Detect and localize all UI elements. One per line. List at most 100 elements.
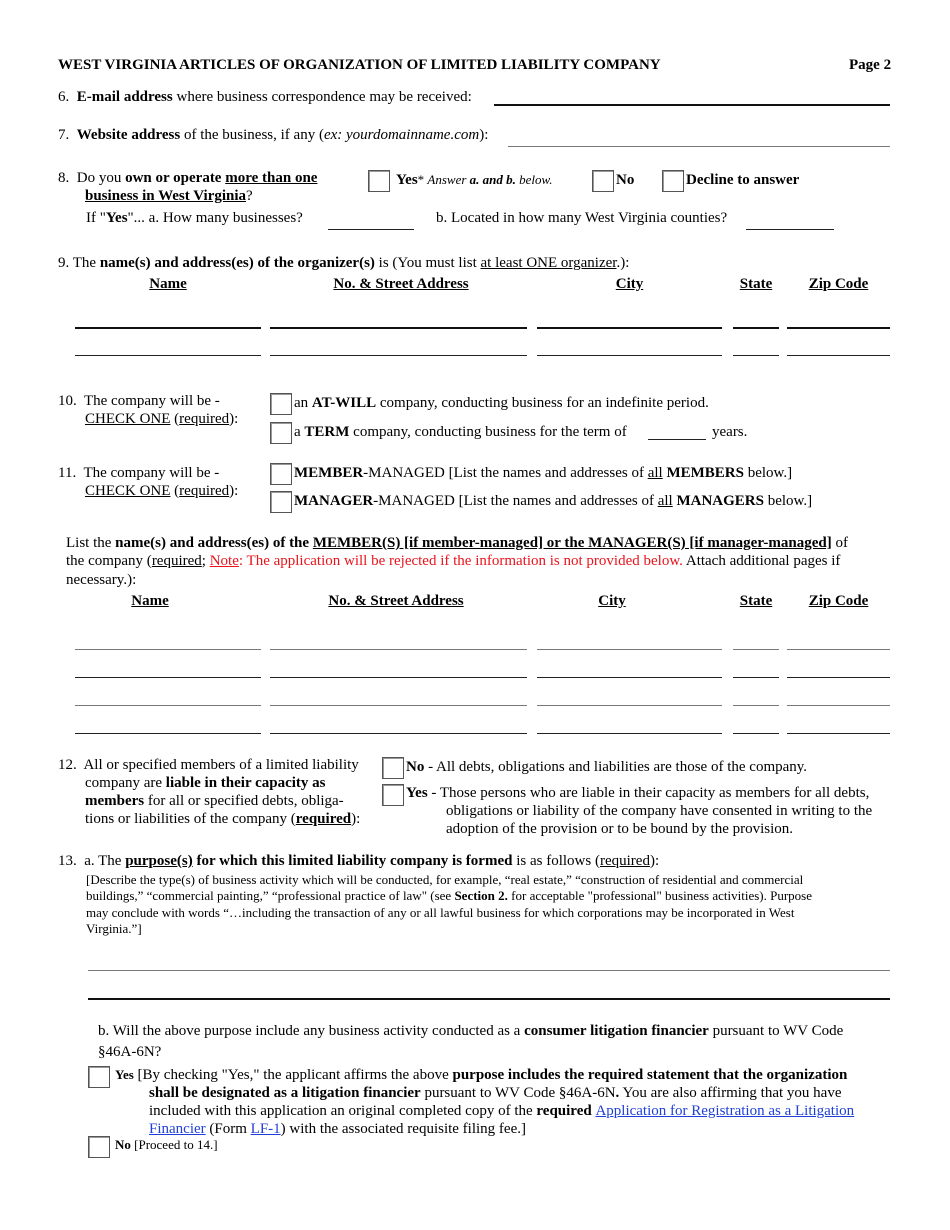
members-note: Note bbox=[209, 553, 239, 569]
q6-label: 6. E-mail address where business corresp… bbox=[58, 89, 472, 106]
q13a-desc2-pre: buildings,” “commercial painting,” “prof… bbox=[86, 888, 455, 903]
q9-row1-city[interactable] bbox=[537, 327, 722, 329]
q11-required: required bbox=[179, 483, 230, 499]
members-bold-u: MEMBER(S) [if member-managed] or the MAN… bbox=[312, 535, 832, 551]
q13b-post: pursuant to WV Code bbox=[708, 1023, 844, 1039]
q8-yes-checkbox[interactable] bbox=[368, 170, 390, 192]
page-number: Page 2 bbox=[849, 57, 892, 73]
q12-no-text: No bbox=[406, 759, 425, 775]
q11-manager-managed-checkbox[interactable] bbox=[270, 491, 292, 513]
q8-decline-checkbox[interactable] bbox=[662, 170, 684, 192]
q9-row1-street[interactable] bbox=[270, 327, 527, 329]
q11-member-managed-checkbox[interactable] bbox=[270, 463, 292, 485]
q10-term-years-field[interactable] bbox=[648, 439, 706, 440]
q10-at-will-label: an AT-WILL company, conducting business … bbox=[294, 395, 709, 412]
q7-label: 7. Website address of the business, if a… bbox=[58, 127, 488, 144]
members-col-zip: Zip Code bbox=[808, 593, 869, 609]
q9-row1-state[interactable] bbox=[733, 327, 779, 329]
members-row4-zip[interactable] bbox=[787, 733, 890, 734]
q13a-bold-u: purpose(s) bbox=[125, 853, 193, 869]
members-row2-state[interactable] bbox=[733, 677, 779, 678]
q13b-no-checkbox[interactable] bbox=[88, 1136, 110, 1158]
q13b-yes-checkbox[interactable] bbox=[88, 1066, 110, 1088]
q9-col-state: State bbox=[739, 276, 773, 292]
q8-decline-label: Decline to answer bbox=[686, 172, 800, 188]
members-row2-name[interactable] bbox=[75, 677, 261, 678]
q10-opt1-pre: an bbox=[294, 395, 312, 411]
q10-term-checkbox[interactable] bbox=[270, 422, 292, 444]
q13a-desc2-bold: Section 2. bbox=[454, 888, 508, 903]
q9-row2-street[interactable] bbox=[270, 355, 527, 356]
q8a-businesses-field[interactable] bbox=[328, 229, 414, 230]
members-row3-zip[interactable] bbox=[787, 705, 890, 706]
q8-no-checkbox[interactable] bbox=[592, 170, 614, 192]
q13a-bold: for which this limited liability company… bbox=[192, 853, 513, 869]
members-row1-zip[interactable] bbox=[787, 649, 890, 650]
lf-1-form-link[interactable]: LF-1 bbox=[251, 1121, 281, 1137]
q10-opt2-pre: a bbox=[294, 424, 305, 440]
q13a-desc1: [Describe the type(s) of business activi… bbox=[86, 872, 804, 887]
members-row3-state[interactable] bbox=[733, 705, 779, 706]
members-row1-city[interactable] bbox=[537, 649, 722, 650]
q13b-label-line1: b. Will the above purpose include any bu… bbox=[98, 1023, 843, 1040]
q13b-no-desc: [Proceed to 14.] bbox=[130, 1137, 218, 1152]
members-row2-zip[interactable] bbox=[787, 677, 890, 678]
members-row1-name[interactable] bbox=[75, 649, 261, 650]
members-row4-city[interactable] bbox=[537, 733, 722, 734]
q12-yes-checkbox[interactable] bbox=[382, 784, 404, 806]
q9-row2-city[interactable] bbox=[537, 355, 722, 356]
q11-label-line2: CHECK ONE (required): bbox=[85, 483, 239, 499]
members-row1-state[interactable] bbox=[733, 649, 779, 650]
q10-opt1-post: company, conducting business for an inde… bbox=[376, 395, 709, 411]
q8-label-line1: 8. Do you own or operate more than one bbox=[58, 170, 317, 187]
purpose-field-line1[interactable] bbox=[88, 970, 890, 971]
q11-check-one: CHECK ONE bbox=[85, 483, 171, 499]
q8-yes-note-bold: a. and b. bbox=[469, 172, 516, 187]
q8b-counties-field[interactable] bbox=[746, 229, 834, 230]
q9-row2-zip[interactable] bbox=[787, 355, 890, 356]
q13a-post: is as follows ( bbox=[512, 853, 600, 869]
q8a-pre: If " bbox=[86, 210, 106, 226]
litigation-financier-application-link[interactable]: Application for Registration as a Litiga… bbox=[595, 1103, 854, 1119]
q12-l3-post: for all or specified debts, obliga- bbox=[144, 793, 344, 809]
q10-opt2-bold: TERM bbox=[304, 424, 350, 440]
members-bold: name(s) and address(es) of the bbox=[115, 535, 313, 551]
purpose-field-line2[interactable] bbox=[88, 998, 890, 1000]
q8-no-label: No bbox=[616, 172, 635, 188]
members-col-street: No. & Street Address bbox=[328, 593, 464, 609]
members-row4-street[interactable] bbox=[270, 733, 527, 734]
litigation-financier-application-link-cont[interactable]: Financier bbox=[149, 1121, 206, 1137]
q8-end: ? bbox=[246, 188, 253, 204]
members-intro-line1: List the name(s) and address(es) of the … bbox=[66, 535, 848, 552]
members-row4-name[interactable] bbox=[75, 733, 261, 734]
q11-opt1-post: -MANAGED [List the names and addresses o… bbox=[363, 465, 648, 481]
q12-no-checkbox[interactable] bbox=[382, 757, 404, 779]
members-row4-state[interactable] bbox=[733, 733, 779, 734]
q10-years-label: years. bbox=[712, 424, 748, 440]
website-field[interactable] bbox=[508, 146, 890, 147]
q9-row1-zip[interactable] bbox=[787, 327, 890, 329]
q12-yes-label: Yes - Those persons who are liable in th… bbox=[406, 785, 869, 802]
members-row3-name[interactable] bbox=[75, 705, 261, 706]
members-row2-city[interactable] bbox=[537, 677, 722, 678]
q12-no-label: No - All debts, obligations and liabilit… bbox=[406, 759, 807, 776]
q10-at-will-checkbox[interactable] bbox=[270, 393, 292, 415]
q8-yes-label: Yes* Answer a. and b. below. bbox=[396, 172, 553, 189]
q9-row2-state[interactable] bbox=[733, 355, 779, 356]
q12-label-line3: members for all or specified debts, obli… bbox=[85, 793, 344, 810]
q11-opt1-bold2: MEMBERS bbox=[662, 465, 744, 481]
q13b-yes-t3-bold: required bbox=[536, 1103, 592, 1119]
form-title: WEST VIRGINIA ARTICLES OF ORGANIZATION O… bbox=[58, 57, 661, 73]
q9-row2-name[interactable] bbox=[75, 355, 261, 356]
email-field[interactable] bbox=[494, 104, 890, 106]
q7-example: ex: yourdomainname.com bbox=[323, 127, 480, 143]
members-row3-city[interactable] bbox=[537, 705, 722, 706]
members-row3-street[interactable] bbox=[270, 705, 527, 706]
q13b-yes-t4-end: ) with the associated requisite filing f… bbox=[280, 1121, 526, 1137]
members-row1-street[interactable] bbox=[270, 649, 527, 650]
q9-num: 9. bbox=[58, 255, 70, 271]
members-required: required bbox=[151, 553, 202, 569]
q9-row1-name[interactable] bbox=[75, 327, 261, 329]
q9-col-street: No. & Street Address bbox=[333, 276, 469, 292]
members-row2-street[interactable] bbox=[270, 677, 527, 678]
